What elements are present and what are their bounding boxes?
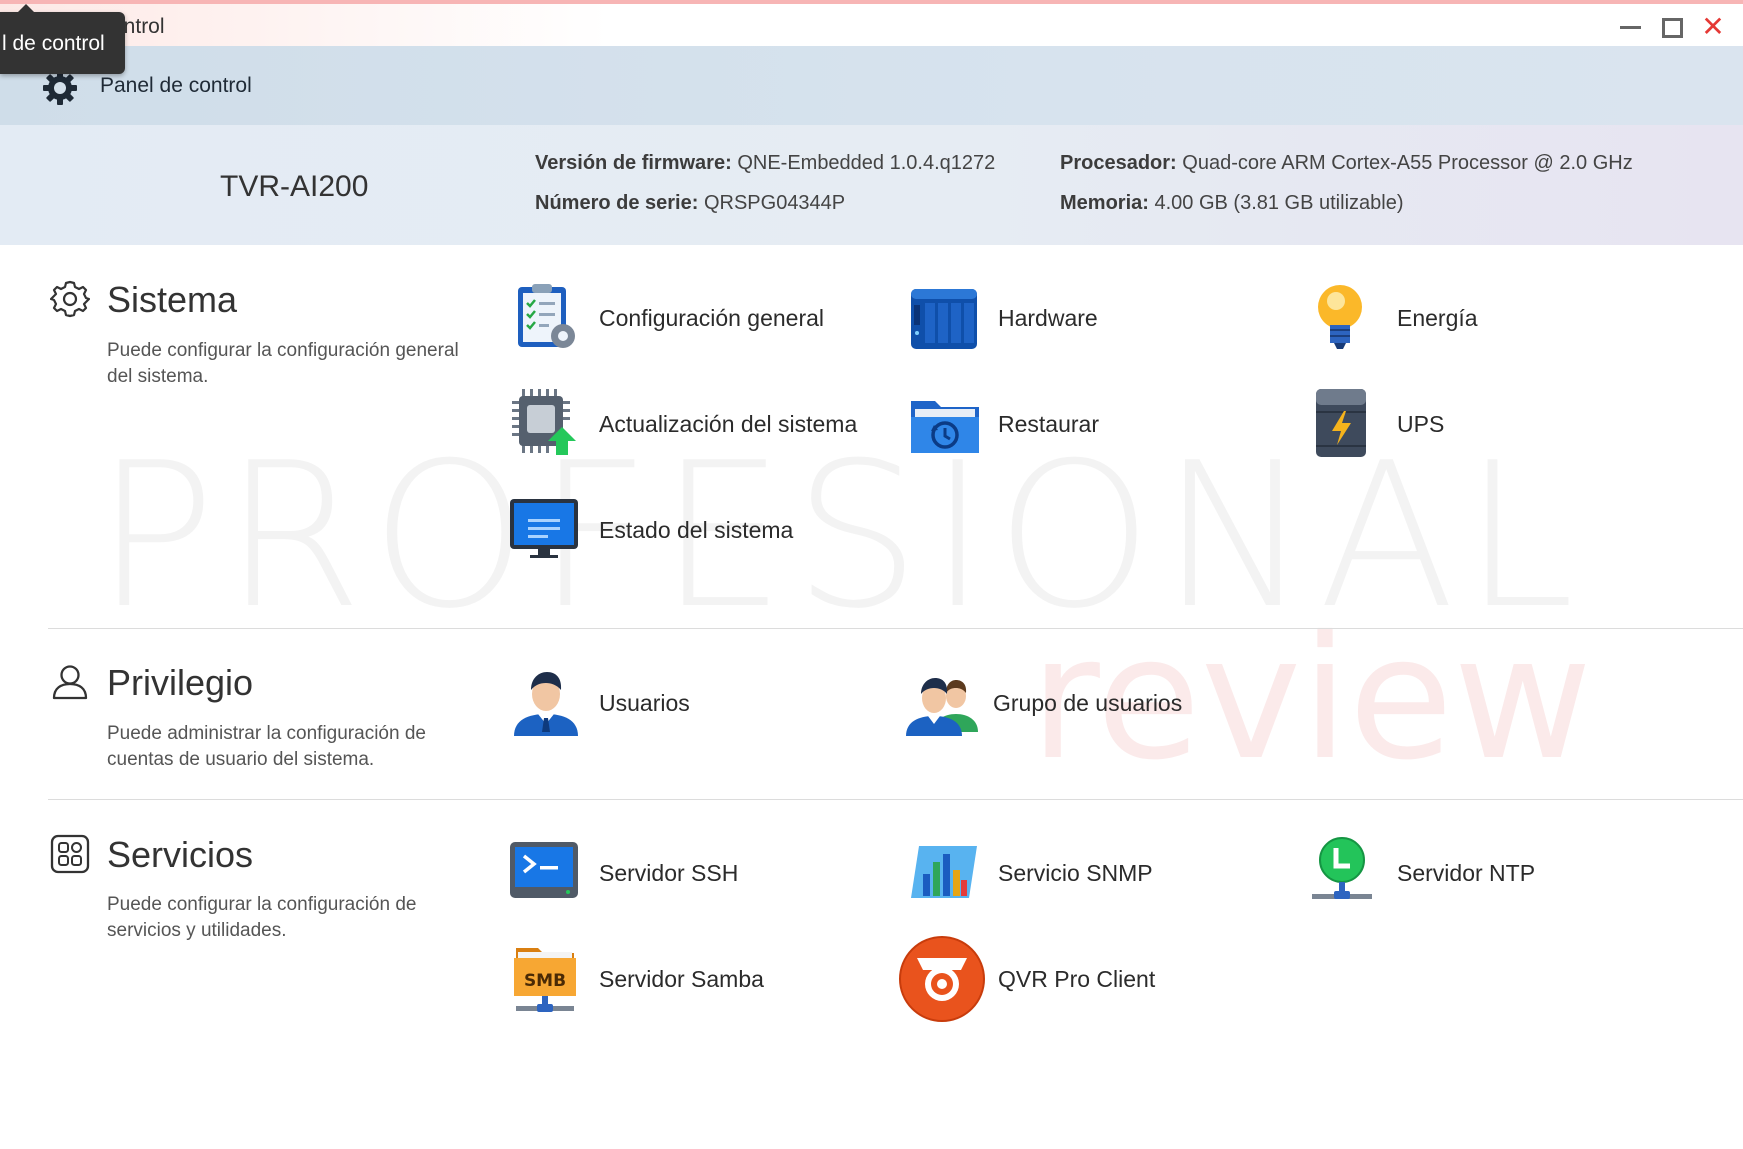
- cpu-value: Quad-core ARM Cortex-A55 Processor @ 2.0…: [1182, 152, 1633, 174]
- section-description: Puede configurar la configuración de ser…: [107, 894, 417, 941]
- apps-grid-icon: [50, 834, 90, 874]
- serial-info: Número de serie: QRSPG04344P: [535, 192, 845, 215]
- camera-icon: [899, 936, 985, 1022]
- ntp-clock-icon: [1312, 837, 1372, 899]
- section-privilegio: Privilegio Puede administrar la configur…: [0, 629, 1743, 799]
- settings-icon: [50, 280, 90, 318]
- item-actualizacion-del-sistema[interactable]: Actualización del sistema: [510, 387, 890, 461]
- item-restaurar[interactable]: Restaurar: [909, 387, 1289, 461]
- item-label: Servidor NTP: [1397, 860, 1536, 886]
- user-icon: [52, 665, 88, 700]
- item-servidor-ssh[interactable]: Servidor SSH: [510, 836, 890, 910]
- device-name: TVR-AI200: [220, 170, 369, 203]
- item-label: Servidor Samba: [599, 966, 764, 992]
- section-description: Puede administrar la configuración de cu…: [107, 723, 426, 770]
- cpu-info: Procesador: Quad-core ARM Cortex-A55 Pro…: [1060, 152, 1633, 175]
- snmp-chart-icon: [911, 846, 977, 898]
- smb-folder-icon: SMB: [514, 948, 576, 1012]
- smb-icon-text: SMB: [524, 971, 566, 991]
- section-title: Servicios: [107, 834, 254, 875]
- hardware-icon: [911, 289, 977, 349]
- chip-update-icon: [512, 389, 576, 455]
- serial-label: Número de serie:: [535, 192, 699, 214]
- item-configuracion-general[interactable]: Configuración general: [510, 281, 890, 355]
- section-title: Privilegio: [107, 662, 254, 703]
- item-label: Servidor SSH: [599, 860, 739, 886]
- item-label: Usuarios: [599, 690, 690, 716]
- memory-value: 4.00 GB (3.81 GB utilizable): [1154, 192, 1404, 214]
- item-servicio-snmp[interactable]: Servicio SNMP: [909, 836, 1289, 910]
- window-titlebar[interactable]: ontrol ✕: [0, 4, 1743, 46]
- device-info-bar: TVR-AI200 Versión de firmware: QNE-Embed…: [0, 125, 1743, 245]
- item-qvr-pro-client[interactable]: QVR Pro Client: [899, 936, 1279, 1022]
- gear-icon: [43, 71, 77, 105]
- item-estado-del-sistema[interactable]: Estado del sistema: [510, 493, 890, 567]
- app-header: Panel de control: [0, 46, 1743, 125]
- page-title: Panel de control: [100, 74, 252, 97]
- section-servicios: Servicios Puede configurar la configurac…: [0, 800, 1743, 1060]
- item-label: Configuración general: [599, 305, 825, 331]
- monitor-icon: [510, 499, 578, 558]
- cpu-label: Procesador:: [1060, 152, 1177, 174]
- item-label: Energía: [1397, 305, 1478, 331]
- window-tooltip: l de control: [0, 4, 125, 74]
- ups-icon: [1316, 389, 1366, 457]
- lightbulb-icon: [1318, 285, 1362, 349]
- item-label: Actualización del sistema: [599, 411, 858, 437]
- firmware-value: QNE-Embedded 1.0.4.q1272: [737, 152, 996, 174]
- item-grupo-de-usuarios[interactable]: Grupo de usuarios: [904, 666, 1284, 740]
- section-sistema: Sistema Puede configurar la configuració…: [0, 245, 1743, 628]
- close-icon: ✕: [1701, 11, 1725, 42]
- item-servidor-ntp[interactable]: Servidor NTP: [1308, 836, 1688, 910]
- item-label: QVR Pro Client: [998, 966, 1156, 992]
- item-label: Restaurar: [998, 411, 1099, 437]
- memory-info: Memoria: 4.00 GB (3.81 GB utilizable): [1060, 192, 1403, 215]
- section-title: Sistema: [107, 279, 238, 320]
- firmware-label: Versión de firmware:: [535, 152, 732, 174]
- item-usuarios[interactable]: Usuarios: [510, 666, 890, 740]
- item-hardware[interactable]: Hardware: [909, 281, 1289, 355]
- clipboard-settings-icon: [518, 284, 575, 348]
- item-label: Grupo de usuarios: [993, 690, 1183, 716]
- user-group-icon: [906, 678, 978, 736]
- firmware-info: Versión de firmware: QNE-Embedded 1.0.4.…: [535, 152, 995, 175]
- memory-label: Memoria:: [1060, 192, 1149, 214]
- terminal-icon: [510, 842, 578, 898]
- minimize-button[interactable]: [1617, 14, 1643, 40]
- item-label: Servicio SNMP: [998, 860, 1153, 886]
- item-servidor-samba[interactable]: SMB Servidor Samba: [510, 942, 890, 1016]
- tooltip-text: l de control: [2, 32, 105, 55]
- item-label: Hardware: [998, 305, 1098, 331]
- restore-folder-icon: [911, 401, 979, 453]
- item-label: Estado del sistema: [599, 517, 794, 543]
- close-button[interactable]: ✕: [1700, 11, 1726, 42]
- serial-value: QRSPG04344P: [703, 192, 846, 214]
- item-energia[interactable]: Energía: [1308, 281, 1688, 355]
- item-ups[interactable]: UPS: [1308, 387, 1688, 461]
- maximize-button[interactable]: [1658, 14, 1684, 40]
- user-avatar-icon: [514, 672, 578, 736]
- item-label: UPS: [1397, 411, 1445, 437]
- section-description: Puede configurar la configuración genera…: [107, 340, 459, 387]
